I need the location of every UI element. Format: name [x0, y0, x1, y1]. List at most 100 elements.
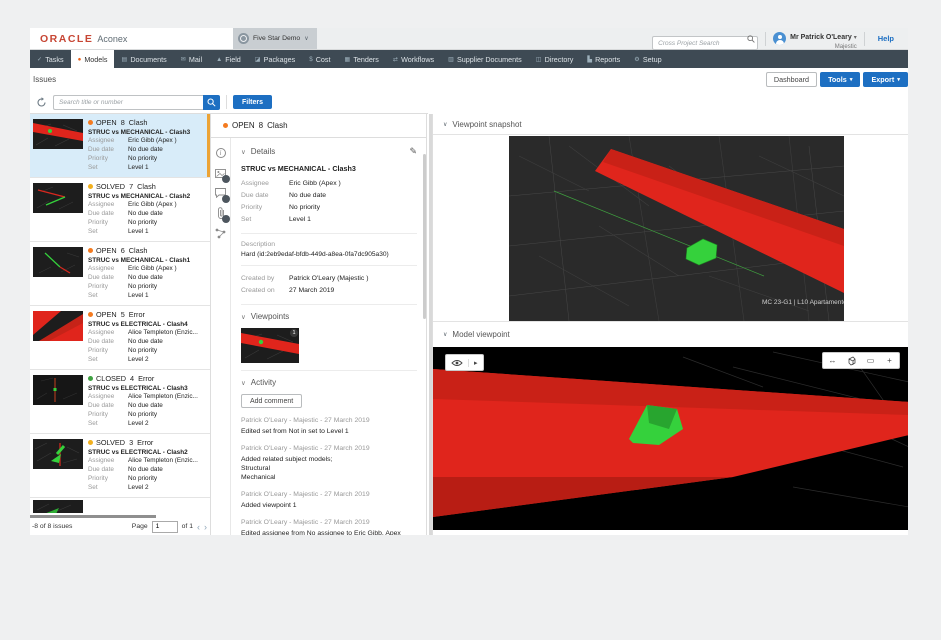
- dashboard-button[interactable]: Dashboard: [766, 72, 817, 87]
- issues-toolbar: Filters: [30, 91, 428, 114]
- issue-list-item[interactable]: SOLVED3Error STRUC vs ELECTRICAL - Clash…: [30, 434, 210, 498]
- field-value: Level 2: [128, 483, 149, 492]
- tab-tenders[interactable]: ▦Tenders: [337, 50, 385, 68]
- refresh-icon[interactable]: [36, 97, 47, 108]
- divider: [864, 32, 865, 46]
- tab-reports[interactable]: ▙Reports: [580, 50, 627, 68]
- field-label: Priority: [88, 474, 128, 483]
- tab-setup[interactable]: ⚙Setup: [627, 50, 668, 68]
- model-viewpoint-header[interactable]: ∨ Model viewpoint: [433, 322, 908, 347]
- filters-button[interactable]: Filters: [233, 95, 272, 109]
- tab-packages[interactable]: ◪Packages: [248, 50, 302, 68]
- tab-models[interactable]: ●Models: [71, 50, 115, 68]
- activity-section-header[interactable]: ∨ Activity: [241, 378, 417, 387]
- issue-summary: SOLVED7Clash STRUC vs MECHANICAL - Clash…: [88, 182, 205, 236]
- issue-type: Error: [129, 310, 145, 319]
- tab-documents[interactable]: ▤Documents: [114, 50, 173, 68]
- issue-summary: OPEN8Clash STRUC vs MECHANICAL - Clash3 …: [88, 118, 205, 172]
- issues-search-button[interactable]: [203, 95, 220, 110]
- project-selector[interactable]: Five Star Demo ∨: [233, 28, 317, 49]
- viewpoints-icon[interactable]: [215, 167, 227, 179]
- tab-directory[interactable]: ◫Directory: [529, 50, 581, 68]
- issue-field: PriorityNo priority: [88, 154, 205, 163]
- detail-icon-rail: i: [211, 138, 231, 535]
- paperclip-icon[interactable]: [215, 207, 227, 219]
- issue-list-item[interactable]: SOLVED7Clash STRUC vs MECHANICAL - Clash…: [30, 178, 210, 242]
- field-label: Assignee: [241, 178, 289, 190]
- vertical-scrollbar[interactable]: [423, 154, 426, 319]
- add-comment-button[interactable]: Add comment: [241, 394, 302, 408]
- user-menu[interactable]: Mr Patrick O'Leary▾ Majestic: [773, 28, 857, 51]
- tab-field[interactable]: ▲Field: [209, 50, 248, 68]
- section-box-icon[interactable]: ▭: [861, 353, 880, 368]
- pagination: -8 of 8 issues Page of 1 ‹ ›: [32, 520, 207, 533]
- field-icon: ▲: [216, 56, 222, 63]
- page-of: of 1: [182, 523, 193, 530]
- tab-label: Models: [84, 55, 107, 64]
- mail-icon: ✉: [181, 56, 186, 63]
- tab-label: Reports: [595, 55, 620, 64]
- issue-list-item[interactable]: CLOSED4Error STRUC vs ELECTRICAL - Clash…: [30, 370, 210, 434]
- issue-field: Due dateNo due date: [88, 209, 205, 218]
- issue-number: 7: [129, 182, 133, 191]
- viewpoint-snapshot-image[interactable]: MC 23-G1 | L10 Apartamento: [509, 136, 844, 321]
- zoom-in-icon[interactable]: +: [880, 353, 899, 368]
- tools-button[interactable]: Tools▾: [820, 72, 860, 87]
- details-section-header[interactable]: ∨ Details ✎: [241, 146, 417, 157]
- horizontal-scrollbar[interactable]: [30, 515, 156, 518]
- next-page-icon[interactable]: ›: [204, 522, 207, 532]
- page-input[interactable]: [152, 521, 178, 533]
- tab-supplier-documents[interactable]: ▥Supplier Documents: [441, 50, 529, 68]
- cross-project-search: [652, 32, 758, 46]
- detail-field: AssigneeEric Gibb (Apex ): [241, 178, 417, 190]
- cube-icon[interactable]: [842, 353, 861, 368]
- tab-label: Directory: [545, 55, 574, 64]
- activity-text: Edited assignee from No assignee to Eric…: [241, 529, 417, 535]
- field-value: Patrick O'Leary (Majestic ): [289, 273, 368, 285]
- field-value: No due date: [128, 209, 163, 218]
- related-models-icon[interactable]: [215, 227, 227, 239]
- field-value: Level 2: [128, 419, 149, 428]
- status-dot-icon: [88, 120, 93, 125]
- issue-list-item[interactable]: OPEN5Error STRUC vs ELECTRICAL - Clash4 …: [30, 306, 210, 370]
- activity-meta: Patrick O'Leary - Majestic - 27 March 20…: [241, 519, 417, 526]
- issue-list-item-partial[interactable]: [30, 498, 210, 513]
- edit-pencil-icon[interactable]: ✎: [409, 146, 417, 157]
- issues-search-input[interactable]: [53, 95, 203, 110]
- field-label: Due date: [88, 273, 128, 282]
- viewpoint-snapshot-header[interactable]: ∨ Viewpoint snapshot: [433, 114, 908, 135]
- search-icon[interactable]: [747, 35, 755, 43]
- eye-icon[interactable]: [446, 359, 468, 367]
- issue-field: PriorityNo priority: [88, 346, 205, 355]
- export-button[interactable]: Export▾: [863, 72, 908, 87]
- tab-tasks[interactable]: ✓Tasks: [30, 50, 71, 68]
- field-label: Due date: [88, 145, 128, 154]
- detail-title: STRUC vs MECHANICAL - Clash3: [241, 164, 417, 173]
- cross-project-search-input[interactable]: [652, 36, 758, 50]
- field-value: No due date: [128, 465, 163, 474]
- documents-icon: ▤: [121, 56, 127, 63]
- field-label: Priority: [88, 346, 128, 355]
- help-link[interactable]: Help: [872, 34, 900, 43]
- field-value: Eric Gibb (Apex ): [128, 264, 177, 273]
- field-value: 27 March 2019: [289, 285, 334, 297]
- previous-page-icon[interactable]: ‹: [197, 522, 200, 532]
- tab-workflows[interactable]: ⇄Workflows: [386, 50, 441, 68]
- issue-status-line: CLOSED4Error: [88, 374, 205, 383]
- tab-mail[interactable]: ✉Mail: [174, 50, 209, 68]
- issue-status-line: OPEN6Clash: [88, 246, 205, 255]
- model-viewport[interactable]: ▸ ↔ ▭ +: [433, 347, 908, 530]
- viewer-panel: ∨ Viewpoint snapshot MC 23-G1 | L1: [432, 114, 908, 535]
- viewpoint-thumbnail[interactable]: 1: [241, 328, 299, 363]
- comments-icon[interactable]: [215, 187, 227, 199]
- issue-list-item[interactable]: OPEN6Clash STRUC vs MECHANICAL - Clash1 …: [30, 242, 210, 306]
- issue-list-item[interactable]: OPEN8Clash STRUC vs MECHANICAL - Clash3 …: [30, 114, 210, 178]
- tab-label: Mail: [189, 55, 202, 64]
- issue-detail-panel: OPEN 8 Clash i ∨ Details ✎: [211, 114, 427, 535]
- info-icon[interactable]: i: [215, 147, 227, 159]
- pan-icon[interactable]: ↔: [823, 353, 842, 368]
- field-label: Set: [88, 291, 128, 300]
- viewpoints-section-header[interactable]: ∨ Viewpoints: [241, 312, 417, 321]
- expand-right-icon[interactable]: ▸: [468, 359, 483, 367]
- tab-cost[interactable]: $Cost: [302, 50, 337, 68]
